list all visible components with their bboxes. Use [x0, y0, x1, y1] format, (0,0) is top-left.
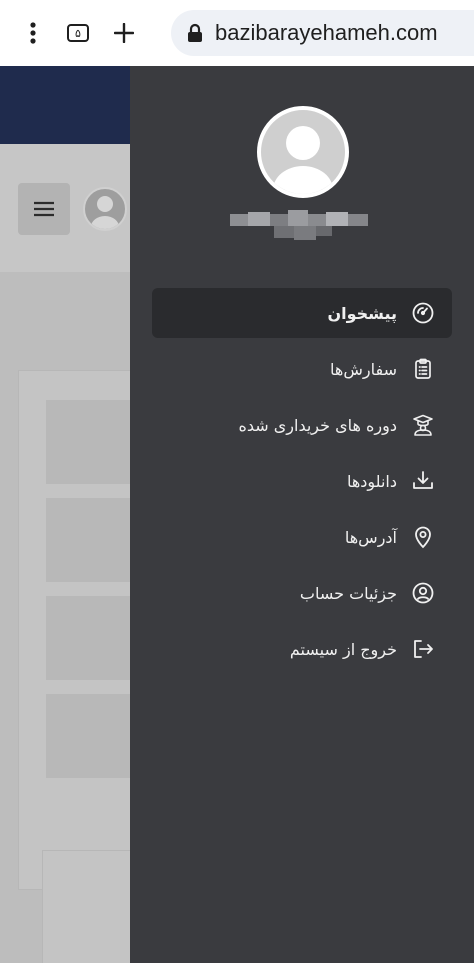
nav-label: پیشخوان [327, 303, 397, 323]
blurred-username [230, 210, 368, 240]
hamburger-menu-icon[interactable] [18, 183, 70, 235]
nav-label: سفارش‌ها [330, 359, 397, 379]
nav-purchased-courses[interactable]: دوره های خریداری شده [152, 400, 452, 450]
logout-icon [411, 637, 435, 661]
location-pin-icon [411, 525, 435, 549]
nav-addresses[interactable]: آدرس‌ها [152, 512, 452, 562]
user-avatar [257, 106, 349, 198]
nav-orders[interactable]: سفارش‌ها [152, 344, 452, 394]
account-drawer: پیشخوان سفارش‌ها [130, 66, 474, 963]
lock-icon [188, 23, 202, 42]
user-circle-icon [411, 581, 435, 605]
page-avatar[interactable] [83, 187, 127, 231]
dashboard-gauge-icon [411, 301, 435, 325]
clipboard-list-icon [411, 357, 435, 381]
nav-dashboard[interactable]: پیشخوان [152, 288, 452, 338]
browser-menu-dots-icon[interactable] [16, 16, 50, 50]
nav-label: خروج از سیستم [289, 639, 397, 659]
download-tray-icon [411, 469, 435, 493]
nav-label: آدرس‌ها [344, 527, 397, 547]
new-tab-plus-icon[interactable] [107, 16, 141, 50]
nav-downloads[interactable]: دانلودها [152, 456, 452, 506]
url-text: bazibarayehameh.com [215, 20, 438, 45]
address-bar[interactable]: bazibarayehameh.com [171, 10, 474, 56]
nav-label: جزئیات حساب [299, 583, 397, 603]
nav-label: دوره های خریداری شده [238, 415, 397, 435]
browser-toolbar: ۵ bazibarayehameh.com [0, 0, 474, 66]
nav-label: دانلودها [346, 471, 397, 491]
nav-logout[interactable]: خروج از سیستم [152, 624, 452, 674]
nav-account-details[interactable]: جزئیات حساب [152, 568, 452, 618]
tab-switcher-button[interactable]: ۵ [61, 16, 95, 50]
tab-count: ۵ [67, 24, 89, 42]
graduation-course-icon [411, 413, 435, 437]
